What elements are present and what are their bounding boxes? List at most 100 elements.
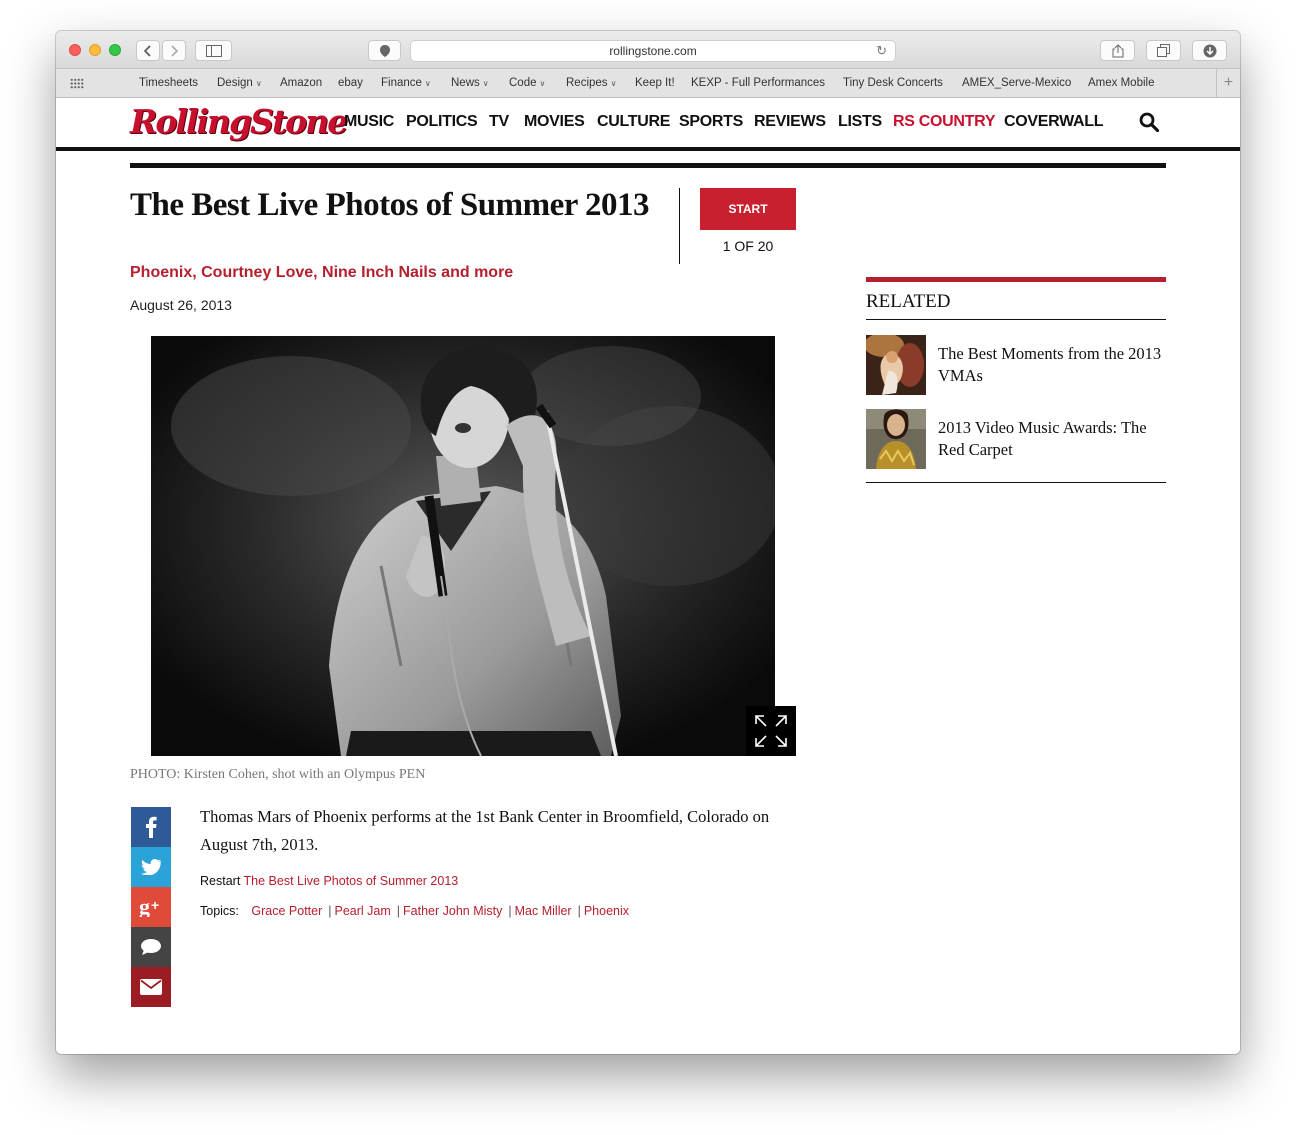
svg-text:+: + xyxy=(151,897,159,913)
performer-photo xyxy=(151,336,775,756)
topic-link[interactable]: Pearl Jam xyxy=(335,904,391,918)
page-title: The Best Live Photos of Summer 2013 xyxy=(130,187,650,223)
topic-link[interactable]: Phoenix xyxy=(584,904,629,918)
nav-item-movies[interactable]: MOVIES xyxy=(524,113,585,131)
site-header: RollingStone MUSIC POLITICS TV MOVIES CULTUR… xyxy=(56,98,1240,151)
top-sites-grid-icon[interactable] xyxy=(70,78,84,89)
bookmark-item[interactable]: Amex Mobile xyxy=(1088,77,1154,89)
bookmark-label: Keep It! xyxy=(635,77,675,89)
slide-counter: 1 OF 20 xyxy=(722,238,774,254)
bookmark-item[interactable]: Code ∨ xyxy=(509,77,545,89)
new-tab-button[interactable]: + xyxy=(1216,69,1240,97)
bookmark-item[interactable]: ebay xyxy=(338,77,363,89)
bookmark-label: ebay xyxy=(338,77,363,89)
privacy-shield-button[interactable] xyxy=(368,40,401,61)
twitter-icon xyxy=(141,859,161,875)
address-bar[interactable]: rollingstone.com ↻ xyxy=(410,40,896,62)
share-email-button[interactable] xyxy=(131,967,171,1007)
nav-item-politics[interactable]: POLITICS xyxy=(406,113,478,131)
related-item-title[interactable]: 2013 Video Music Awards: The Red Carpet xyxy=(938,417,1168,461)
bookmark-item[interactable]: Keep It! xyxy=(635,77,675,89)
chevron-down-icon: ∨ xyxy=(424,79,431,88)
bookmark-item[interactable]: KEXP - Full Performances xyxy=(691,77,825,89)
photo-caption: Thomas Mars of Phoenix performs at the 1… xyxy=(200,807,770,854)
restart-gallery-link[interactable]: The Best Live Photos of Summer 2013 xyxy=(244,874,459,888)
minimize-window-button[interactable] xyxy=(89,44,101,56)
zoom-window-button[interactable] xyxy=(109,44,121,56)
svg-text:g: g xyxy=(139,897,150,917)
article-subtitle: Phoenix, Courtney Love, Nine Inch Nails … xyxy=(130,264,514,281)
nav-item-music[interactable]: MUSIC xyxy=(344,113,394,131)
bookmark-label: Design xyxy=(217,77,253,89)
tabs-overview-button[interactable] xyxy=(1146,40,1181,61)
search-icon[interactable] xyxy=(1139,112,1159,132)
bookmark-item[interactable]: Finance ∨ xyxy=(381,77,431,89)
content-top-rule xyxy=(130,163,1166,168)
bookmark-label: Recipes xyxy=(566,77,608,89)
nav-item-tv[interactable]: TV xyxy=(489,113,509,131)
nav-item-reviews[interactable]: REVIEWS xyxy=(754,113,826,131)
fullscreen-button[interactable] xyxy=(746,706,796,756)
bookmark-item[interactable]: Amazon xyxy=(280,77,322,89)
title-bar: rollingstone.com ↻ xyxy=(56,31,1240,69)
bookmark-label: AMEX_Serve-Mexico xyxy=(962,77,1072,89)
nav-item-rs-country[interactable]: RS COUNTRY xyxy=(893,113,996,131)
facebook-icon xyxy=(146,816,157,838)
related-thumbnail[interactable] xyxy=(866,409,926,469)
rolling-stone-logo[interactable]: RollingStone xyxy=(130,102,348,141)
related-accent-bar xyxy=(866,277,1166,282)
bookmark-item[interactable]: News ∨ xyxy=(451,77,489,89)
email-icon xyxy=(140,979,162,995)
shield-icon xyxy=(379,44,390,57)
bookmark-label: Amazon xyxy=(280,77,323,89)
nav-item-lists[interactable]: LISTS xyxy=(838,113,882,131)
forward-button[interactable] xyxy=(162,40,186,61)
gallery-photo[interactable] xyxy=(151,336,775,756)
topic-separator: | xyxy=(396,904,401,918)
share-twitter-button[interactable] xyxy=(131,847,171,887)
share-google-plus-button[interactable]: g + xyxy=(131,887,171,927)
bookmark-item[interactable]: AMEX_Serve-Mexico xyxy=(962,77,1071,89)
start-gallery-button[interactable]: START xyxy=(700,188,796,230)
bookmark-item[interactable]: Design ∨ xyxy=(217,77,262,89)
nav-item-culture[interactable]: CULTURE xyxy=(597,113,670,131)
expand-icon xyxy=(755,715,787,747)
topic-link[interactable]: Father John Misty xyxy=(403,904,502,918)
share-icon xyxy=(1112,43,1123,57)
photo-credit: PHOTO: Kirsten Cohen, shot with an Olymp… xyxy=(130,767,426,782)
comments-button[interactable] xyxy=(131,927,171,967)
bookmark-label: Finance xyxy=(381,77,422,89)
back-button[interactable] xyxy=(136,40,160,61)
related-divider xyxy=(866,319,1166,320)
bookmark-label: Timesheets xyxy=(139,77,199,89)
topic-separator: | xyxy=(328,904,332,918)
article-date: August 26, 2013 xyxy=(130,297,232,313)
related-item-title[interactable]: The Best Moments from the 2013 VMAs xyxy=(938,343,1168,387)
topics-list: Topics: Grace Potter | Pearl Jam | Father Jo… xyxy=(200,904,629,918)
google-plus-icon: g + xyxy=(139,897,159,917)
topic-link[interactable]: Grace Potter xyxy=(251,904,322,918)
nav-item-coverwall[interactable]: COVERWALL xyxy=(1004,113,1104,131)
bookmark-item[interactable]: Timesheets xyxy=(139,77,198,89)
download-icon xyxy=(1203,44,1216,57)
bookmark-label: News xyxy=(451,77,480,89)
share-facebook-button[interactable] xyxy=(131,807,171,847)
related-thumbnail[interactable] xyxy=(866,335,926,395)
topic-link[interactable]: Mac Miller xyxy=(515,904,572,918)
url-text: rollingstone.com xyxy=(609,44,697,58)
sidebar-icon xyxy=(205,44,222,57)
share-button[interactable] xyxy=(1100,40,1135,61)
bookmark-item[interactable]: Tiny Desk Concerts xyxy=(843,77,943,89)
close-window-button[interactable] xyxy=(69,44,81,56)
nav-item-sports[interactable]: SPORTS xyxy=(679,113,743,131)
bookmark-label: Code xyxy=(509,77,537,89)
comment-icon xyxy=(141,939,161,955)
topics-label: Topics: xyxy=(200,904,239,918)
downloads-button[interactable] xyxy=(1192,40,1227,61)
chevron-down-icon: ∨ xyxy=(482,79,489,88)
bookmark-item[interactable]: Recipes ∨ xyxy=(566,77,616,89)
reload-icon[interactable]: ↻ xyxy=(876,43,887,59)
sidebar-button[interactable] xyxy=(195,40,232,61)
chevron-down-icon: ∨ xyxy=(610,79,617,88)
restart-label: Restart xyxy=(200,874,241,888)
